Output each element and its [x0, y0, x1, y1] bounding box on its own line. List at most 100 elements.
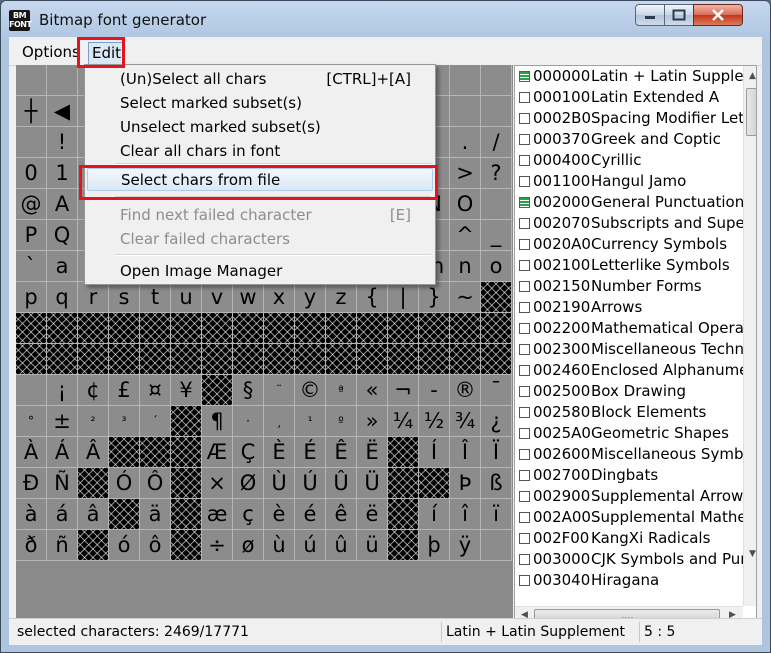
char-cell[interactable]: ù [264, 530, 295, 561]
edit-menu-item-un-select-all-chars[interactable]: (Un)Select all chars [CTRL]+[A] [87, 68, 433, 91]
char-cell[interactable]: ú [295, 530, 326, 561]
subset-checkbox[interactable] [519, 575, 530, 586]
char-cell[interactable]: « [357, 375, 388, 406]
failed-char-cell[interactable] [388, 530, 419, 561]
failed-char-cell[interactable] [450, 344, 481, 375]
subset-item[interactable]: 003000CJK Symbols and Punctuation [519, 549, 743, 570]
subset-checkbox[interactable] [519, 92, 530, 103]
char-cell[interactable]: Ø [233, 468, 264, 499]
char-cell[interactable] [481, 65, 512, 96]
char-cell[interactable]: 1 [47, 158, 78, 189]
subset-checkbox[interactable] [519, 491, 530, 502]
menu-options[interactable]: Options [22, 43, 80, 61]
char-cell[interactable]: ¤ [140, 375, 171, 406]
failed-char-cell[interactable] [140, 437, 171, 468]
char-cell[interactable]: r [78, 282, 109, 313]
char-cell[interactable]: û [326, 530, 357, 561]
subset-checkbox[interactable] [519, 218, 530, 229]
char-cell[interactable]: x [264, 282, 295, 313]
char-cell[interactable]: ¨ [264, 375, 295, 406]
char-cell[interactable]: î [450, 499, 481, 530]
failed-char-cell[interactable] [16, 313, 47, 344]
char-cell[interactable] [481, 189, 512, 220]
char-cell[interactable]: Ï [481, 437, 512, 468]
char-cell[interactable] [16, 127, 47, 158]
subset-item[interactable]: 000400Cyrillic [519, 150, 743, 171]
failed-char-cell[interactable] [481, 313, 512, 344]
char-cell[interactable] [450, 96, 481, 127]
subset-item[interactable]: 000100Latin Extended A [519, 87, 743, 108]
char-cell[interactable]: ◀ [47, 96, 78, 127]
char-cell[interactable]: t [140, 282, 171, 313]
subset-item[interactable]: 002F00 KangXi Radicals [519, 528, 743, 549]
char-cell[interactable]: Q [47, 220, 78, 251]
char-cell[interactable]: o [481, 251, 512, 282]
char-cell[interactable]: Ê [326, 437, 357, 468]
char-cell[interactable]: ┼ [16, 96, 47, 127]
minimize-button[interactable] [635, 4, 665, 26]
subset-item[interactable]: 002300Miscellaneous Technical [519, 339, 743, 360]
char-cell[interactable]: Æ [202, 437, 233, 468]
subset-checkbox[interactable] [519, 281, 530, 292]
char-cell[interactable]: ² [78, 406, 109, 437]
failed-char-cell[interactable] [326, 344, 357, 375]
char-cell[interactable]: q [47, 282, 78, 313]
subset-item[interactable]: 0020A0Currency Symbols [519, 234, 743, 255]
subset-checkbox[interactable] [519, 323, 530, 334]
char-cell[interactable]: ¢ [78, 375, 109, 406]
subset-checkbox[interactable] [519, 155, 530, 166]
char-cell[interactable]: 0 [16, 158, 47, 189]
char-cell[interactable]: O [450, 189, 481, 220]
failed-char-cell[interactable] [233, 344, 264, 375]
menu-edit[interactable]: Edit [88, 42, 126, 65]
failed-char-cell[interactable] [171, 468, 202, 499]
char-cell[interactable]: s [109, 282, 140, 313]
char-cell[interactable]: ª [326, 375, 357, 406]
failed-char-cell[interactable] [109, 437, 140, 468]
char-cell[interactable]: é [295, 499, 326, 530]
failed-char-cell[interactable] [388, 313, 419, 344]
char-cell[interactable]: ë [357, 499, 388, 530]
char-cell[interactable]: è [264, 499, 295, 530]
subset-checkbox[interactable] [519, 239, 530, 250]
failed-char-cell[interactable] [78, 468, 109, 499]
failed-char-cell[interactable] [140, 313, 171, 344]
char-cell[interactable]: ü [357, 530, 388, 561]
subset-item[interactable]: 002070Subscripts and Superscripts [519, 213, 743, 234]
char-cell[interactable] [16, 375, 47, 406]
subset-item[interactable]: 002100Letterlike Symbols [519, 255, 743, 276]
char-cell[interactable]: È [264, 437, 295, 468]
subset-checkbox[interactable] [519, 302, 530, 313]
failed-char-cell[interactable] [295, 344, 326, 375]
failed-char-cell[interactable] [419, 313, 450, 344]
char-cell[interactable]: Î [450, 437, 481, 468]
char-cell[interactable]: ® [450, 375, 481, 406]
scroll-up-icon[interactable]: ▲ [744, 68, 756, 85]
char-cell[interactable]: | [388, 282, 419, 313]
failed-char-cell[interactable] [78, 344, 109, 375]
char-cell[interactable]: À [16, 437, 47, 468]
subset-checkbox[interactable] [519, 554, 530, 565]
failed-char-cell[interactable] [171, 406, 202, 437]
char-cell[interactable]: y [295, 282, 326, 313]
subset-checkbox[interactable] [519, 197, 530, 208]
edit-menu-item-select-marked-subset-s[interactable]: Select marked subset(s) [87, 92, 433, 115]
subset-checkbox[interactable] [519, 407, 530, 418]
char-cell[interactable]: ¾ [450, 406, 481, 437]
subset-checkbox[interactable] [519, 134, 530, 145]
edit-menu-item-unselect-marked-subset-s[interactable]: Unselect marked subset(s) [87, 116, 433, 139]
failed-char-cell[interactable] [78, 313, 109, 344]
subset-item[interactable]: 000370Greek and Coptic [519, 129, 743, 150]
char-cell[interactable]: » [357, 406, 388, 437]
title-bar[interactable]: BM FONT Bitmap font generator [1, 1, 770, 37]
char-cell[interactable]: Ú [295, 468, 326, 499]
char-cell[interactable]: ø [233, 530, 264, 561]
char-cell[interactable]: Ñ [47, 468, 78, 499]
char-cell[interactable]: ç [233, 499, 264, 530]
char-cell[interactable]: Þ [450, 468, 481, 499]
char-cell[interactable]: { [357, 282, 388, 313]
char-cell[interactable]: Ó [109, 468, 140, 499]
char-cell[interactable] [47, 65, 78, 96]
failed-char-cell[interactable] [202, 375, 233, 406]
failed-char-cell[interactable] [264, 344, 295, 375]
